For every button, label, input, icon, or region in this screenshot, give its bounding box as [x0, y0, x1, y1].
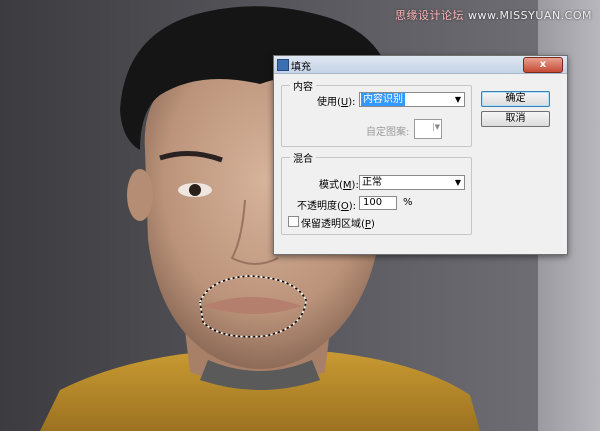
watermark: 思缘设计论坛 www.MISSYUAN.COM: [395, 7, 592, 23]
content-group: 内容 使用(U): 内容识别 ▼ 自定图案: ▼: [281, 78, 472, 147]
ok-button[interactable]: 确定: [481, 91, 550, 107]
content-group-title: 内容: [290, 78, 316, 93]
custom-pattern-label: 自定图案:: [366, 127, 410, 138]
dialog-title: 填充: [291, 62, 311, 73]
cancel-button[interactable]: 取消: [481, 111, 550, 127]
chevron-down-icon: ▼: [454, 178, 461, 187]
chevron-down-icon: ▼: [432, 123, 440, 131]
use-select[interactable]: 内容识别 ▼: [359, 92, 465, 107]
blend-group-title: 混合: [290, 150, 316, 165]
use-label: 使用(U):: [317, 97, 356, 108]
use-select-value: 内容识别: [361, 93, 405, 106]
custom-pattern-picker[interactable]: ▼: [414, 119, 442, 139]
dialog-titlebar[interactable]: 填充 x: [274, 56, 567, 74]
opacity-unit: %: [403, 197, 413, 208]
close-button[interactable]: x: [523, 57, 563, 73]
preserve-transparency-label[interactable]: 保留透明区域(P): [301, 215, 375, 230]
left-ear: [127, 169, 153, 221]
watermark-site: www.MISSYUAN.COM: [467, 9, 592, 22]
mode-select-value: 正常: [362, 177, 382, 188]
blend-group: 混合 模式(M): 正常 ▼ 不透明度(O): 100 % 保留透明区域(P): [281, 150, 472, 235]
preserve-transparency-checkbox[interactable]: [288, 216, 299, 227]
opacity-label: 不透明度(O):: [297, 201, 357, 212]
left-pupil: [189, 184, 201, 196]
watermark-brand: 思缘设计论坛: [394, 9, 464, 22]
mode-select[interactable]: 正常 ▼: [359, 175, 465, 190]
mode-label: 模式(M):: [319, 180, 359, 191]
fill-dialog: 填充 x 内容 使用(U): 内容识别 ▼ 自定图案: ▼ 混合 模式(M): …: [273, 55, 568, 255]
opacity-input[interactable]: 100: [359, 196, 397, 210]
photoshop-icon: [277, 59, 289, 71]
chevron-down-icon: ▼: [454, 95, 461, 104]
